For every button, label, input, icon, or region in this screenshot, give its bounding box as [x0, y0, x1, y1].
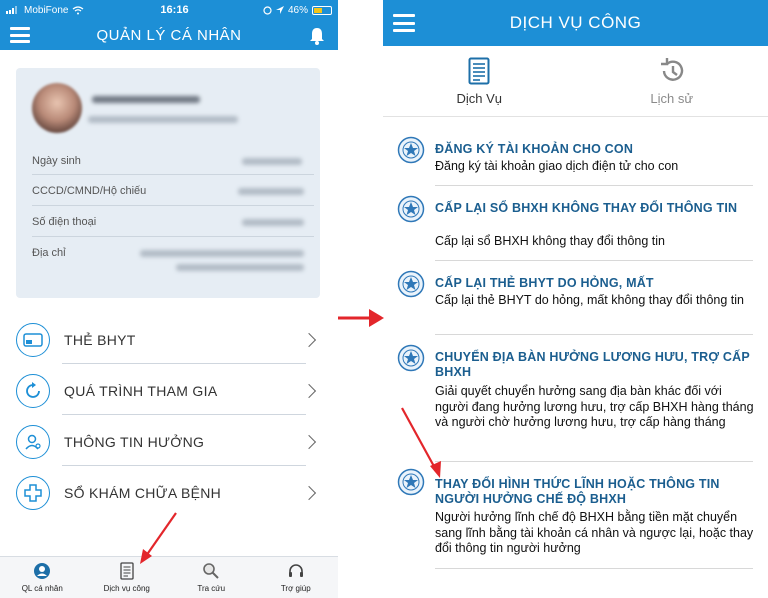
page-title: DỊCH VỤ CÔNG: [509, 13, 642, 32]
divider: [435, 185, 753, 186]
nav-item-help[interactable]: Trợ giúp: [254, 557, 339, 598]
menu-item-label: THẺ BHYT: [64, 332, 136, 348]
profile-badge-icon: [34, 563, 51, 579]
status-bar: MobiFone 16:16 46%: [0, 0, 338, 20]
header-bar: QUẢN LÝ CÁ NHÂN: [0, 20, 338, 50]
service-item[interactable]: CHUYỂN ĐỊA BÀN HƯỞNG LƯƠNG HƯU, TRỢ CẤP …: [397, 344, 754, 462]
menu-item-benefit-info[interactable]: THÔNG TIN HƯỞNG: [16, 419, 320, 465]
tab-bar: Dịch Vụ Lịch sử: [383, 46, 768, 116]
page-title: QUẢN LÝ CÁ NHÂN: [96, 26, 242, 44]
nav-label: Dịch vụ công: [103, 584, 150, 593]
profile-label: Số điện thoại: [32, 216, 97, 228]
profile-label: Ngày sinh: [32, 155, 81, 167]
service-title: CHUYỂN ĐỊA BÀN HƯỞNG LƯƠNG HƯU, TRỢ CẤP …: [435, 350, 750, 379]
divider: [435, 461, 753, 462]
tab-label: Dịch Vụ: [456, 90, 503, 106]
menu-item-medical-book[interactable]: SỔ KHÁM CHỮA BỆNH: [16, 470, 320, 516]
service-title: ĐĂNG KÝ TÀI KHOẢN CHO CON: [435, 142, 634, 156]
chevron-right-icon: [301, 434, 317, 450]
bottom-nav: QL cá nhân Dịch vụ công Tra cứu Trợ giúp: [0, 556, 338, 598]
blurred-value: [242, 158, 302, 165]
blurred-value: [140, 250, 304, 257]
service-item[interactable]: ĐĂNG KÝ TÀI KHOẢN CHO CON Đăng ký tài kh…: [397, 136, 753, 186]
service-item[interactable]: THAY ĐỔI HÌNH THỨC LĨNH HOẶC THÔNG TIN N…: [397, 468, 753, 570]
divider: [435, 334, 753, 335]
blurred-id: [88, 116, 238, 123]
bhxh-logo-icon: [397, 468, 425, 496]
profile-label: CCCD/CMND/Hộ chiếu: [32, 185, 147, 197]
service-title: CẤP LẠI SỔ BHXH KHÔNG THAY ĐỔI THÔNG TIN: [435, 201, 738, 215]
battery-percent: 46%: [287, 4, 308, 16]
menu-item-label: SỔ KHÁM CHỮA BỆNH: [64, 485, 222, 501]
divider: [435, 568, 753, 569]
service-item[interactable]: CẤP LẠI THẺ BHYT DO HỎNG, MẤT Cấp lại th…: [397, 270, 753, 336]
battery-icon: [312, 5, 332, 15]
divider: [32, 205, 314, 206]
blurred-value: [176, 264, 304, 271]
service-description: Giải quyết chuyển hưởng sang địa bàn khá…: [435, 384, 754, 429]
menu-item-label: QUÁ TRÌNH THAM GIA: [64, 383, 218, 399]
service-title: THAY ĐỔI HÌNH THỨC LĨNH HOẶC THÔNG TIN N…: [435, 477, 720, 506]
profile-card: Ngày sinh CCCD/CMND/Hộ chiếu Số điện tho…: [16, 68, 320, 298]
divider: [32, 174, 314, 175]
divider: [62, 465, 306, 466]
divider: [32, 236, 314, 237]
avatar: [32, 83, 82, 133]
chevron-right-icon: [301, 383, 317, 399]
location-icon: [275, 6, 284, 14]
service-description: Cấp lại thẻ BHYT do hỏng, mất không thay…: [435, 293, 744, 307]
menu-item-health-card[interactable]: THẺ BHYT: [16, 317, 320, 363]
alarm-icon: [263, 5, 272, 15]
left-screen: MobiFone 16:16 46% QUẢN LÝ CÁ NHÂN Ngày …: [0, 0, 338, 598]
history-icon: [660, 57, 683, 81]
health-card-icon: [16, 323, 50, 357]
status-time: 16:16: [160, 4, 189, 16]
tab-label: Lịch sử: [650, 90, 694, 106]
menu-icon[interactable]: [10, 27, 30, 43]
service-description: Cấp lại sổ BHXH không thay đổi thông tin: [435, 234, 665, 248]
divider: [435, 260, 753, 261]
document-icon: [120, 562, 134, 580]
right-screen: DỊCH VỤ CÔNG Dịch Vụ Lịch sử ĐĂNG KÝ TÀI…: [383, 0, 768, 598]
chevron-right-icon: [301, 485, 317, 501]
blurred-name: [92, 96, 200, 103]
service-description: Người hưởng lĩnh chế độ BHXH bằng tiền m…: [435, 510, 754, 555]
service-item[interactable]: CẤP LẠI SỔ BHXH KHÔNG THAY ĐỔI THÔNG TIN…: [397, 195, 753, 261]
bhxh-logo-icon: [397, 195, 425, 223]
profile-label: Địa chỉ: [32, 247, 66, 259]
divider: [62, 363, 306, 364]
bhxh-logo-icon: [397, 270, 425, 298]
chevron-right-icon: [301, 332, 317, 348]
nav-item-public-services[interactable]: Dịch vụ công: [85, 557, 170, 598]
bhxh-logo-icon: [397, 344, 425, 372]
nav-label: QL cá nhân: [21, 584, 63, 593]
bhxh-logo-icon: [397, 136, 425, 164]
document-icon: [468, 57, 490, 84]
bell-icon[interactable]: [308, 26, 326, 46]
refresh-icon: [16, 374, 50, 408]
headset-icon: [288, 564, 303, 577]
nav-item-profile[interactable]: QL cá nhân: [0, 557, 85, 598]
blurred-value: [238, 188, 304, 195]
annotation-arrow-between-screens: [338, 309, 384, 327]
wifi-icon: [73, 5, 84, 14]
nav-item-lookup[interactable]: Tra cứu: [169, 557, 254, 598]
tab-history[interactable]: Lịch sử: [576, 46, 768, 116]
signal-icon: [6, 6, 17, 14]
menu-item-participation[interactable]: QUÁ TRÌNH THAM GIA: [16, 368, 320, 414]
service-title: CẤP LẠI THẺ BHYT DO HỎNG, MẤT: [435, 276, 654, 290]
search-icon: [203, 563, 219, 579]
nav-label: Tra cứu: [197, 584, 226, 593]
user-icon: [16, 425, 50, 459]
carrier-name: MobiFone: [24, 4, 69, 16]
tab-services[interactable]: Dịch Vụ: [383, 46, 576, 116]
medical-cross-icon: [16, 476, 50, 510]
nav-label: Trợ giúp: [280, 584, 311, 593]
menu-item-label: THÔNG TIN HƯỞNG: [64, 434, 205, 450]
menu-icon[interactable]: [393, 14, 415, 32]
header-bar: DỊCH VỤ CÔNG: [383, 0, 768, 46]
service-description: Đăng ký tài khoản giao dịch điện tử cho …: [435, 159, 679, 173]
blurred-value: [242, 219, 304, 226]
divider: [62, 414, 306, 415]
